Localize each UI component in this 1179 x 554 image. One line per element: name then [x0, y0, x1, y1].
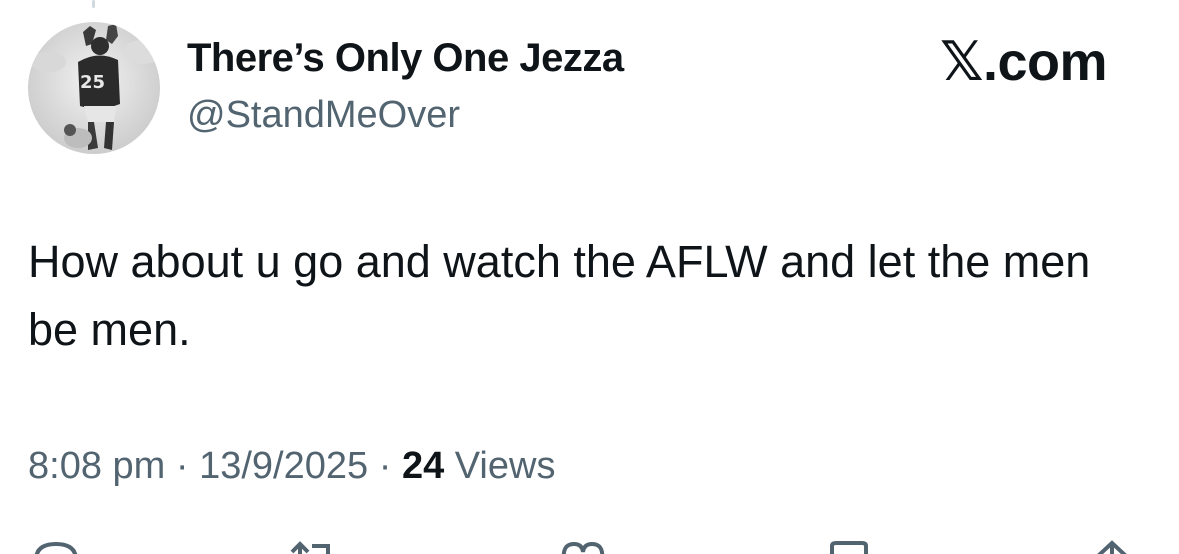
tweet-date[interactable]: 13/9/2025: [199, 445, 368, 487]
like-icon[interactable]: [558, 540, 608, 554]
author-display-name[interactable]: There’s Only One Jezza: [187, 36, 624, 81]
x-brand-watermark: 𝕏.com: [940, 32, 1108, 92]
views-label[interactable]: Views: [444, 445, 556, 487]
retweet-icon[interactable]: [288, 540, 338, 554]
tweet-time[interactable]: 8:08 pm: [28, 445, 165, 487]
tweet-action-bar: [0, 536, 1179, 554]
thread-connector-line: [92, 0, 95, 8]
bookmark-icon[interactable]: [826, 540, 876, 554]
avatar-photo: 25: [28, 22, 160, 154]
tweet-meta: 8:08 pm · 13/9/2025 · 24 Views: [28, 445, 555, 488]
tweet-text: How about u go and watch the AFLW and le…: [28, 236, 1091, 355]
meta-separator: ·: [368, 445, 402, 487]
share-icon[interactable]: [1090, 540, 1140, 554]
views-count[interactable]: 24: [402, 445, 444, 487]
avatar[interactable]: 25: [28, 22, 160, 154]
author-handle[interactable]: @StandMeOver: [187, 94, 460, 137]
meta-separator: ·: [165, 445, 200, 487]
reply-icon[interactable]: [32, 540, 82, 554]
avatar-jersey-number: 25: [80, 72, 105, 93]
